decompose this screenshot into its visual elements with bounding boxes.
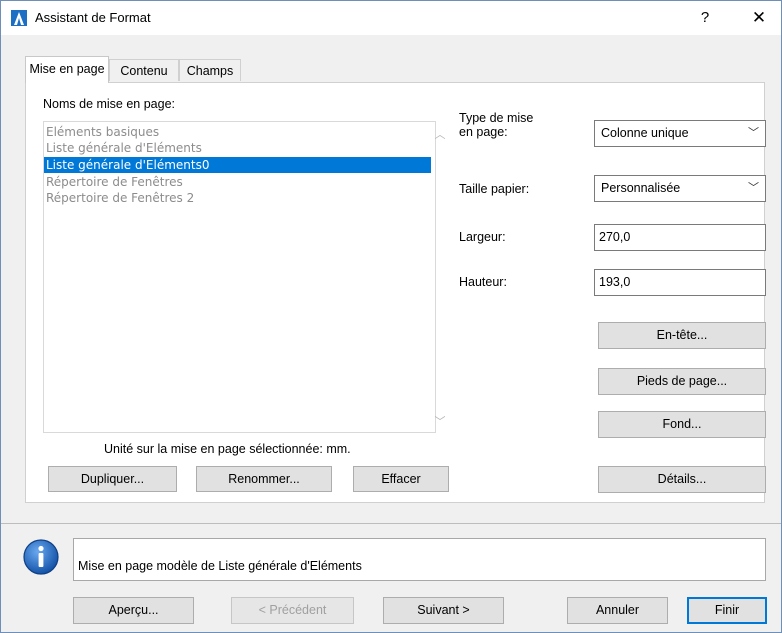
layout-type-select[interactable]: Colonne unique ﹀	[594, 120, 766, 147]
tab-contenu[interactable]: Contenu	[109, 59, 179, 81]
duplicate-button[interactable]: Dupliquer...	[48, 466, 177, 492]
title-bar: Assistant de Format ? ✕	[1, 1, 781, 35]
footer-button[interactable]: Pieds de page...	[598, 368, 766, 395]
layout-names-heading: Noms de mise en page:	[43, 97, 176, 111]
previous-button[interactable]: < Précédent	[231, 597, 354, 624]
tab-champs[interactable]: Champs	[179, 59, 241, 81]
paper-size-label: Taille papier:	[459, 182, 530, 196]
scroll-down-icon[interactable]: ﹀	[433, 413, 447, 429]
delete-button[interactable]: Effacer	[353, 466, 449, 492]
window-title: Assistant de Format	[35, 10, 151, 25]
next-button[interactable]: Suivant >	[383, 597, 504, 624]
scroll-up-icon[interactable]: ︿	[433, 126, 447, 142]
width-label: Largeur:	[459, 230, 506, 244]
info-icon	[23, 539, 59, 575]
chevron-down-icon: ﹀	[748, 182, 759, 194]
chevron-down-icon: ﹀	[748, 127, 759, 139]
list-item[interactable]: Liste générale d'Eléments	[44, 140, 431, 156]
close-button[interactable]: ✕	[747, 7, 771, 29]
paper-size-select[interactable]: Personnalisée ﹀	[594, 175, 766, 202]
list-item[interactable]: Eléments basiques	[44, 124, 431, 140]
list-item[interactable]: Répertoire de Fenêtres	[44, 174, 431, 190]
layout-type-value: Colonne unique	[601, 126, 689, 140]
info-message-box: Mise en page modèle de Liste générale d'…	[73, 538, 766, 581]
background-button[interactable]: Fond...	[598, 411, 766, 438]
tab-panel: Noms de mise en page: Eléments basiques …	[25, 82, 766, 503]
header-button[interactable]: En-tête...	[598, 322, 766, 349]
layout-type-label: Type de mise en page:	[459, 111, 534, 139]
list-item-selected[interactable]: Liste générale d'Eléments0	[44, 157, 431, 173]
list-item[interactable]: Répertoire de Fenêtres 2	[44, 190, 431, 206]
info-text: Mise en page modèle de Liste générale d'…	[78, 559, 362, 573]
tab-mise-en-page[interactable]: Mise en page	[25, 56, 109, 83]
width-field[interactable]: 270,0	[594, 224, 766, 251]
layout-list[interactable]: Eléments basiques Liste générale d'Eléme…	[43, 121, 436, 433]
unit-note: Unité sur la mise en page sélectionnée: …	[104, 442, 351, 456]
app-icon	[11, 10, 27, 26]
cancel-button[interactable]: Annuler	[567, 597, 668, 624]
height-label: Hauteur:	[459, 275, 507, 289]
format-assistant-dialog: Assistant de Format ? ✕ Mise en page Con…	[0, 0, 782, 633]
height-field[interactable]: 193,0	[594, 269, 766, 296]
preview-button[interactable]: Aperçu...	[73, 597, 194, 624]
divider	[1, 523, 781, 524]
help-button[interactable]: ?	[695, 7, 715, 29]
rename-button[interactable]: Renommer...	[196, 466, 332, 492]
finish-button[interactable]: Finir	[687, 597, 767, 624]
paper-size-value: Personnalisée	[601, 181, 681, 195]
details-button[interactable]: Détails...	[598, 466, 766, 493]
